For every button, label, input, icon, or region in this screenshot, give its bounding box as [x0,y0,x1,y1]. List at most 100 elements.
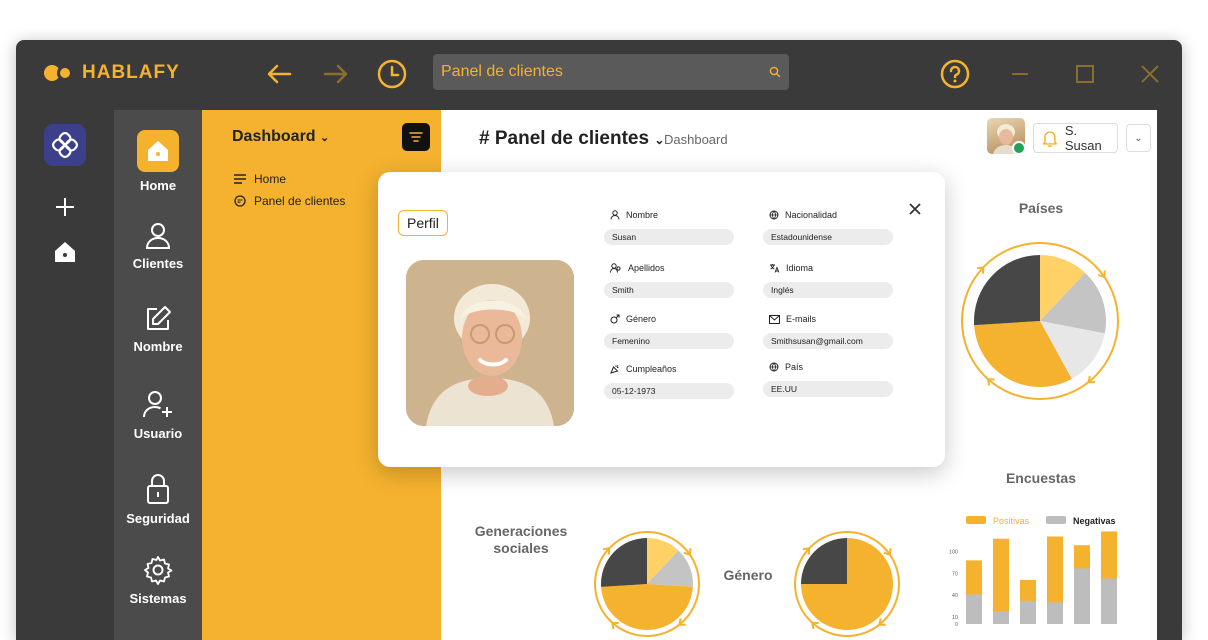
globe-icon [769,362,779,372]
search-bar [433,54,789,90]
nav-clientes-label: Clientes [132,256,184,271]
sidebar-link-panel-label: Panel de clientes [254,194,346,208]
field-idioma-label: Idioma [786,263,814,273]
home-shortcut-button[interactable] [53,240,77,264]
encuestas-ytick: 10 [952,615,958,621]
encuestas-bar-negativas-3 [1047,602,1063,624]
encuestas-bar-negativas-0 [966,594,982,624]
add-user-icon [114,390,202,420]
encuestas-legend-label-1: Negativas [1073,516,1116,526]
chart-paises-title: Países [1018,200,1064,216]
sidebar-link-panel[interactable]: Panel de clientes [234,194,345,208]
breadcrumb[interactable]: Dashboard [664,132,728,147]
history-button[interactable] [376,58,408,90]
field-nombre-value: Susan [604,229,734,245]
chevron-down-icon: ⌄ [654,133,665,147]
close-window-button[interactable] [1134,58,1166,90]
user-menu-button[interactable]: S. Susan [1033,123,1118,153]
dashboard-dropdown[interactable]: Dashboard ⌄ [232,128,329,146]
field-nacionalidad-value: Estadounidense [763,229,893,245]
help-button[interactable] [939,58,971,90]
chart-generaciones-title: Generaciones sociales [474,523,568,556]
search-icon [769,66,781,78]
user-name: S. Susan [1064,123,1102,153]
field-apellidos: Apellidos Smith [604,261,734,298]
minimize-button[interactable] [1004,58,1036,90]
workspace-rail [16,110,114,640]
sidebar-link-home[interactable]: Home [234,172,286,186]
back-button[interactable] [263,58,295,90]
chart-generaciones [594,531,700,637]
workspace-button[interactable] [44,124,86,166]
field-genero-label: Género [626,314,657,324]
filter-button[interactable] [402,123,430,151]
encuestas-bar-negativas-2 [1020,600,1036,624]
field-nombre-label: Nombre [626,210,659,220]
chart-encuestas-title: Encuestas [1005,470,1077,486]
brand-name: HABLAFY [82,62,180,83]
chart-genero [794,531,900,637]
field-pais-label: País [785,362,804,372]
arrow-left-icon [267,64,292,84]
avatar[interactable] [987,118,1025,154]
field-idioma: Idioma Inglés [763,261,893,298]
filter-icon [409,132,423,142]
globe-icon [769,210,779,220]
field-nacionalidad: Nacionalidad Estadounidense [763,208,893,245]
main-nav: Home Clientes Nombre Usuario Seguridad S… [114,110,202,640]
maximize-button[interactable] [1069,58,1101,90]
user-dropdown-button[interactable]: ⌄ [1126,124,1151,152]
field-nacionalidad-label: Nacionalidad [785,210,838,220]
search-input[interactable] [441,63,769,81]
add-workspace-button[interactable] [54,196,76,218]
chat-icon [234,195,246,207]
plus-icon [56,198,74,216]
nav-home-label: Home [139,178,177,193]
user-icon [114,222,202,250]
nav-home[interactable]: Home [114,130,202,193]
nav-usuario[interactable]: Usuario [114,390,202,441]
encuestas-ytick: 100 [949,550,958,556]
field-apellidos-label: Apellidos [628,263,665,273]
chevron-down-icon: ⌄ [320,132,330,144]
field-nombre: Nombre Susan [604,208,734,245]
help-icon [940,59,970,89]
nav-clientes[interactable]: Clientes [114,222,202,271]
field-cumpleanos-label: Cumpleaños [626,364,677,374]
menu-icon [234,174,246,184]
brand-mark-icon [44,65,74,81]
party-icon [610,365,619,374]
bell-icon [1042,130,1058,147]
home-icon [55,242,75,262]
encuestas-bar-negativas-4 [1074,568,1090,624]
profile-modal: Perfil Nombre Susan Apellidos Smith Géne… [378,172,945,467]
chevron-down-icon: ⌄ [1134,132,1143,144]
field-emails-value: Smithsusan@gmail.com [763,333,893,349]
profile-photo [406,260,574,426]
field-emails-label: E-mails [786,314,817,324]
genero-slice-1 [801,538,847,584]
users-icon [610,263,621,273]
close-icon [909,203,921,215]
encuestas-ytick: 0 [955,622,958,628]
page-title[interactable]: # Panel de clientes ⌄ [479,128,664,150]
nav-sistemas-label: Sistemas [129,591,187,606]
encuestas-bar-negativas-1 [993,610,1009,624]
nav-seguridad-label: Seguridad [126,511,190,526]
close-profile-button[interactable] [908,202,924,218]
translate-icon [770,264,780,273]
page-title-text: # Panel de clientes [479,128,650,149]
workspace-icon [52,132,78,158]
user-icon [610,210,620,220]
nav-seguridad[interactable]: Seguridad [114,473,202,526]
maximize-icon [1076,65,1094,83]
nav-nombre[interactable]: Nombre [114,305,202,354]
encuestas-legend-swatch-0 [966,516,986,524]
nav-sistemas[interactable]: Sistemas [114,555,202,606]
mail-icon [769,314,780,324]
forward-button[interactable] [320,58,352,90]
field-genero-value: Femenino [604,333,734,349]
sidebar-link-home-label: Home [254,172,287,186]
encuestas-ytick: 70 [952,571,958,577]
male-icon [610,314,620,324]
